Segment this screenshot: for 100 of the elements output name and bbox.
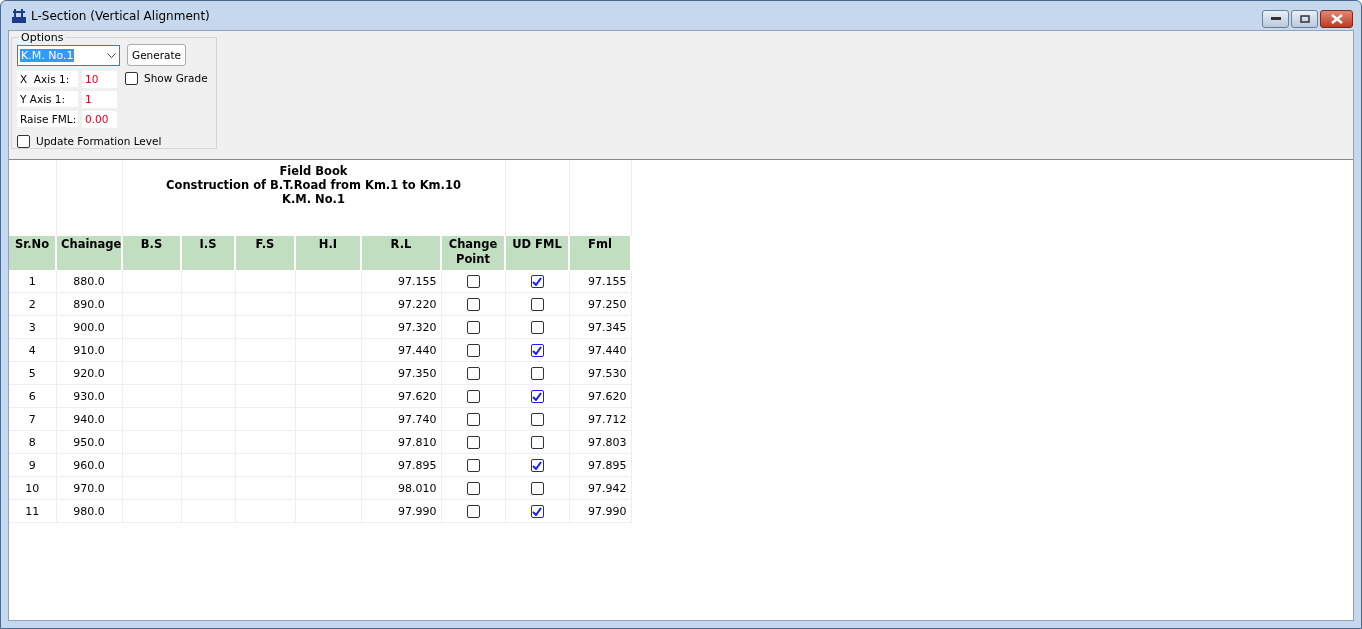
- table-cell: 97.620: [361, 384, 441, 408]
- checkbox[interactable]: [530, 412, 544, 426]
- table-cell: 97.895: [361, 453, 441, 477]
- checkbox[interactable]: [17, 134, 30, 148]
- table-cell: 97.895: [569, 453, 631, 477]
- table-cell: 890.0: [56, 292, 122, 316]
- report-title: K.M. No.1: [281, 192, 346, 206]
- checkbox[interactable]: [125, 71, 138, 85]
- table-cell: 4: [9, 338, 56, 362]
- table-cell: 910.0: [56, 338, 122, 362]
- checkbox[interactable]: [466, 274, 480, 288]
- table-cell: 3: [9, 315, 56, 339]
- column-header: I.S: [181, 236, 235, 270]
- column-header: Sr.No: [9, 236, 56, 270]
- checkbox[interactable]: [530, 504, 544, 518]
- checkbox[interactable]: [466, 389, 480, 403]
- checkbox[interactable]: [466, 366, 480, 380]
- table-cell: 97.155: [569, 270, 631, 293]
- table-cell: 97.740: [361, 407, 441, 431]
- checkbox[interactable]: [466, 481, 480, 495]
- table-cell: 97.250: [569, 292, 631, 316]
- checkbox[interactable]: [466, 458, 480, 472]
- window-title: L-Section (Vertical Alignment): [31, 8, 210, 23]
- table-cell: 97.942: [569, 476, 631, 500]
- close-icon: [1330, 14, 1343, 24]
- table-cell: 950.0: [56, 430, 122, 454]
- checkbox[interactable]: [530, 435, 544, 449]
- checkbox[interactable]: [530, 343, 544, 357]
- maximize-button[interactable]: [1291, 10, 1318, 28]
- app-icon: [11, 7, 27, 24]
- maximize-icon: [1299, 15, 1310, 23]
- dropdown[interactable]: K.M. No.1: [17, 44, 120, 66]
- checkbox[interactable]: [530, 458, 544, 472]
- checkbox[interactable]: [530, 320, 544, 334]
- field-label: Raise FML:: [17, 111, 78, 127]
- checkbox[interactable]: [530, 389, 544, 403]
- column-header: Chainage: [56, 236, 122, 270]
- minimize-icon: [1270, 17, 1281, 21]
- table-cell: 97.440: [569, 338, 631, 362]
- checkbox[interactable]: [530, 297, 544, 311]
- column-header: F.S: [235, 236, 295, 270]
- table-cell: 980.0: [56, 499, 122, 523]
- table-cell: 7: [9, 407, 56, 431]
- caret-icon: [107, 52, 116, 58]
- table-cell: 1: [9, 270, 56, 293]
- field-label: X Axis 1:: [17, 71, 78, 87]
- table-cell: 97.345: [569, 315, 631, 339]
- checkbox[interactable]: [466, 504, 480, 518]
- table-cell: 11: [9, 499, 56, 523]
- table-cell: 2: [9, 292, 56, 316]
- close-button[interactable]: [1320, 10, 1353, 28]
- table-cell: 940.0: [56, 407, 122, 431]
- table-cell: 900.0: [56, 315, 122, 339]
- table-cell: 98.010: [361, 476, 441, 500]
- table-cell: 9: [9, 453, 56, 477]
- table-cell: 920.0: [56, 361, 122, 385]
- table-cell: 5: [9, 361, 56, 385]
- field-label: Y Axis 1:: [17, 91, 78, 107]
- checkbox-label: Update Formation Level: [36, 135, 162, 147]
- table-cell: 6: [9, 384, 56, 408]
- checkbox[interactable]: [530, 481, 544, 495]
- input-field[interactable]: 0.00: [82, 111, 117, 128]
- column-header: Change Point: [441, 236, 505, 270]
- minimize-button[interactable]: [1262, 10, 1289, 28]
- table-cell: 97.220: [361, 292, 441, 316]
- input-field[interactable]: 1: [82, 91, 117, 108]
- column-header: H.I: [295, 236, 361, 270]
- table-cell: 97.990: [361, 499, 441, 523]
- checkbox[interactable]: [466, 297, 480, 311]
- table-cell: 97.712: [569, 407, 631, 431]
- column-header: UD FML: [505, 236, 569, 270]
- checkbox[interactable]: [466, 435, 480, 449]
- table-cell: 10: [9, 476, 56, 500]
- table-cell: 930.0: [56, 384, 122, 408]
- checkbox-label: Show Grade: [144, 72, 208, 84]
- report-title: Construction of B.T.Road from Km.1 to Km.10: [165, 178, 462, 192]
- table-cell: 97.320: [361, 315, 441, 339]
- checkbox[interactable]: [530, 274, 544, 288]
- table-cell: 97.620: [569, 384, 631, 408]
- group-label: Options: [20, 31, 65, 44]
- checkbox[interactable]: [466, 320, 480, 334]
- report-title: Field Book: [278, 164, 349, 178]
- table-cell: 960.0: [56, 453, 122, 477]
- table-cell: 970.0: [56, 476, 122, 500]
- table-cell: 97.803: [569, 430, 631, 454]
- table-cell: 880.0: [56, 270, 122, 293]
- column-header: B.S: [122, 236, 181, 270]
- generate-button[interactable]: Generate: [127, 44, 187, 66]
- table-cell: 97.810: [361, 430, 441, 454]
- input-field[interactable]: 10: [82, 71, 117, 88]
- table-cell: 97.155: [361, 270, 441, 293]
- table-cell: 97.440: [361, 338, 441, 362]
- table-cell: 97.990: [569, 499, 631, 523]
- checkbox[interactable]: [530, 366, 544, 380]
- checkbox[interactable]: [466, 343, 480, 357]
- column-header: R.L: [361, 236, 441, 270]
- column-header: Fml: [569, 236, 631, 270]
- table-cell: 8: [9, 430, 56, 454]
- table-cell: 97.350: [361, 361, 441, 385]
- checkbox[interactable]: [466, 412, 480, 426]
